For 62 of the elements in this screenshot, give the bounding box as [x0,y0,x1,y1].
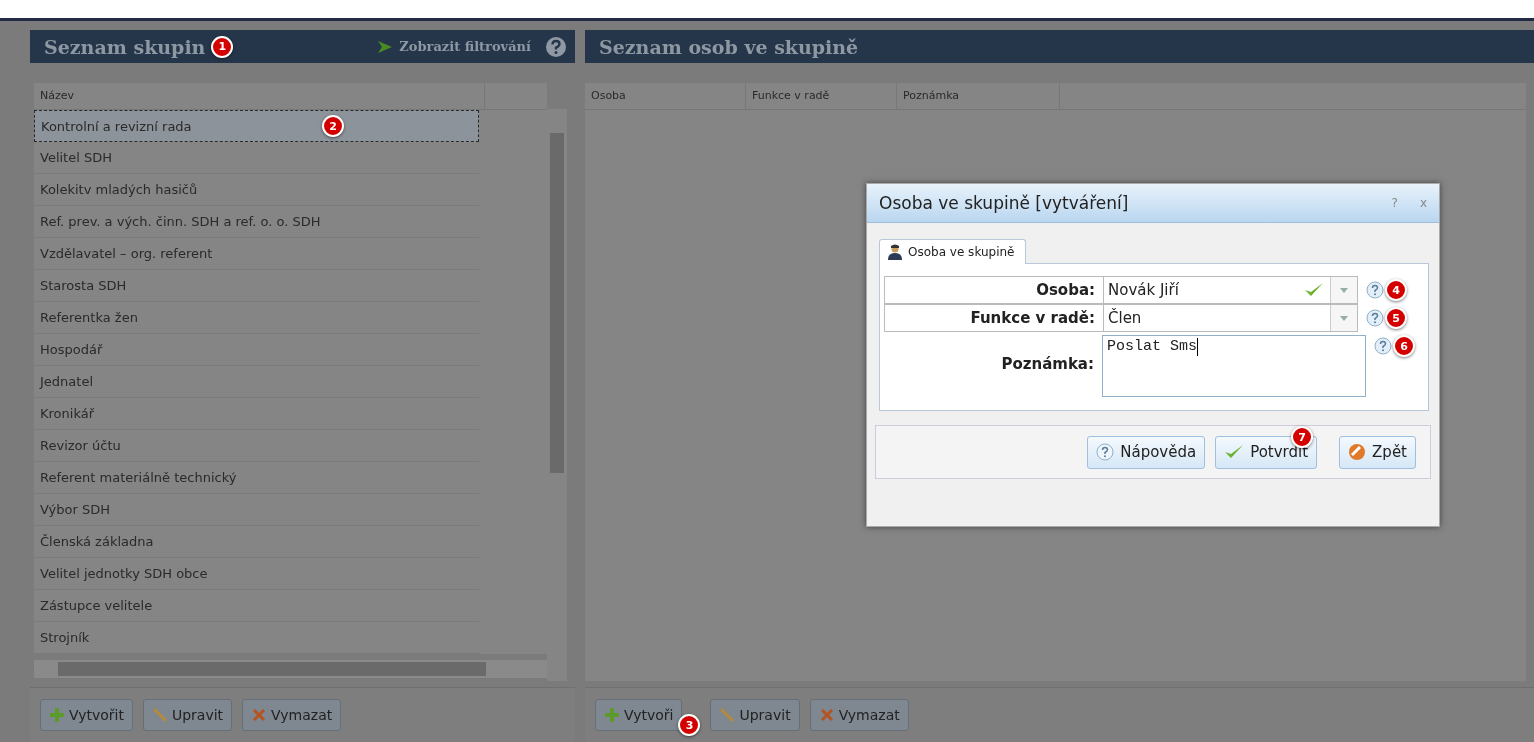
plus-icon [604,707,620,723]
person-icon [888,244,902,260]
column-header[interactable]: Poznámka [897,83,1060,109]
tab[interactable]: Osoba ve skupině [879,239,1026,264]
group-row[interactable]: Ref. prev. a vých. činn. SDH a ref. o. o. SDH [34,206,479,238]
column-header[interactable]: Osoba [585,83,746,109]
group-row[interactable]: Výbor SDH [34,494,479,526]
help-icon[interactable] [1366,281,1384,299]
combo-box[interactable]: Člen [1103,304,1358,332]
field-label: Funkce v radě: [969,309,1095,327]
group-row[interactable]: Kontrolní a revizní rada 2 [34,110,479,142]
callout-badge: 4 [1385,279,1407,301]
help-icon[interactable] [1374,337,1392,355]
group-row[interactable]: Hospodář [34,334,479,366]
help-icon[interactable] [545,35,567,58]
toolbar-button[interactable]: Vymazat [242,699,342,731]
group-row[interactable]: Starosta SDH [34,270,479,302]
title-bar-button[interactable]: ? [1391,196,1398,210]
no-entry-icon [1348,443,1367,461]
dialog-title: Osoba ve skupině [vytváření] [879,193,1129,213]
plus-icon [49,707,65,723]
help-icon [1096,443,1115,461]
group-row[interactable]: Revizor účtu [34,430,479,462]
combo-box[interactable]: Novák Jiří [1103,276,1358,304]
toolbar-button[interactable]: Vytvořit [40,699,133,731]
group-row[interactable]: Zástupce velitele [34,590,479,622]
group-row[interactable]: Kronikář [34,398,479,430]
toolbar-button[interactable]: Upravit [142,699,233,731]
callout-badge: 3 [678,714,701,736]
dialog-button[interactable]: Nápověda [1087,435,1206,469]
arrow-icon [377,39,394,54]
group-row[interactable]: Vzdělavatel – org. referent [34,238,479,270]
group-row[interactable]: Členská základna [34,526,479,558]
filter-link[interactable]: Zobrazit filtrování [377,39,531,54]
group-row[interactable]: Strojník [34,622,479,654]
cross-icon [251,707,268,723]
group-row[interactable]: Referent materiálně technický [34,462,479,494]
toolbar-button[interactable]: Vytvoři [595,699,683,731]
group-row[interactable]: Velitel SDH [34,142,479,174]
callout-badge: 5 [1385,307,1407,329]
callout-badge: 6 [1393,335,1415,357]
group-row[interactable]: Jednatel [34,366,479,398]
title-bar-button[interactable]: x [1419,196,1427,210]
group-row[interactable]: Kolekitv mladých hasičů [34,174,479,206]
help-icon[interactable] [1366,309,1384,327]
field-label: Osoba: [1035,281,1095,299]
note-field[interactable]: Poslat Sms [1102,335,1366,397]
callout-badge: 2 [322,115,344,137]
group-row[interactable]: Referentka žen [34,302,479,334]
callout-badge: 1 [211,35,234,58]
dialog-button[interactable]: Zpět [1339,435,1416,469]
pencil-icon [719,707,736,723]
toolbar-button[interactable]: Vymazat [809,699,909,731]
panel-title: Seznam skupin [44,35,206,58]
toolbar-button[interactable]: Upravit [710,699,800,731]
group-row[interactable]: Velitel jednotky SDH obce [34,558,479,590]
horizontal-scrollbar[interactable] [34,660,547,678]
panel-title: Seznam osob ve skupině [599,35,859,58]
pencil-icon [151,707,168,723]
column-header[interactable]: Funkce v radě [746,83,897,109]
field-label: Poznámka: [1000,355,1094,373]
vertical-scrollbar[interactable] [547,109,567,681]
